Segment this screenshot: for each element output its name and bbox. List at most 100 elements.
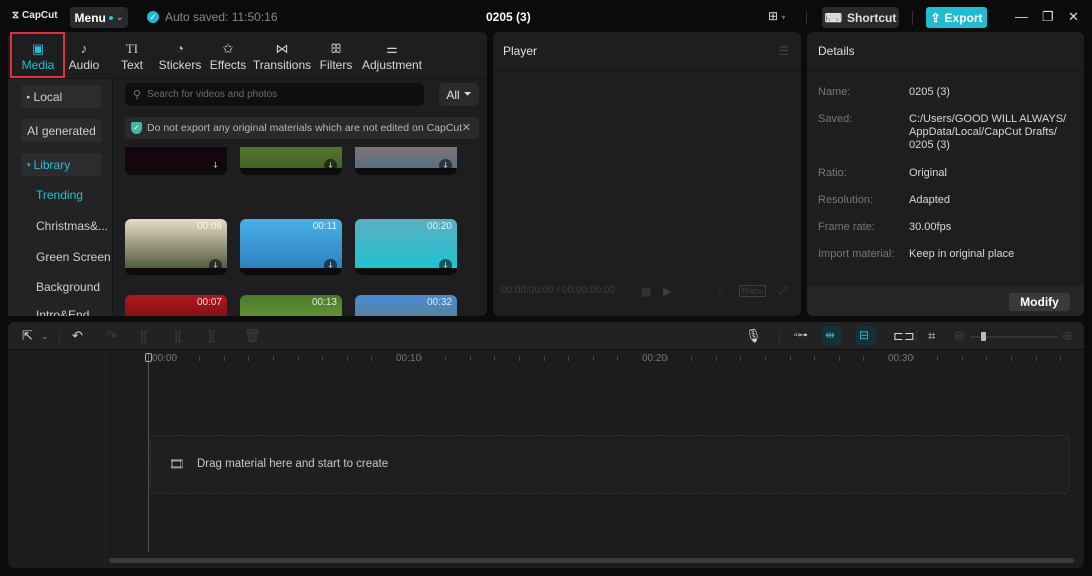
media-thumbnail[interactable]: 00:13 bbox=[240, 295, 342, 316]
redo-icon[interactable]: ↷ bbox=[106, 328, 117, 344]
media-thumbnail[interactable]: 00:32 bbox=[355, 295, 457, 316]
ruler-label: 00:20 bbox=[642, 353, 668, 364]
media-thumbnail[interactable]: 00:07 bbox=[125, 295, 227, 316]
tab-effects[interactable]: ✩ Effects bbox=[207, 34, 249, 78]
split-right-icon[interactable]: ][ bbox=[208, 328, 215, 343]
select-cursor-icon[interactable]: ⇱ bbox=[22, 328, 33, 344]
ruler-tick bbox=[814, 356, 816, 361]
ruler-tick bbox=[297, 356, 299, 361]
export-button[interactable]: ⇪ Export bbox=[926, 7, 987, 28]
filter-button[interactable]: All ⏷ bbox=[439, 83, 479, 106]
ruler-tick bbox=[248, 356, 250, 361]
media-thumbnail[interactable]: 00:06 ⤓ bbox=[125, 219, 227, 275]
filter-icon: ⏷ bbox=[463, 89, 472, 100]
ruler-tick bbox=[371, 356, 373, 361]
divider bbox=[916, 330, 917, 343]
media-thumbnail[interactable]: 00:11 ⤓ bbox=[240, 219, 342, 275]
ruler-tick bbox=[838, 356, 840, 361]
check-icon: ✓ bbox=[147, 11, 159, 23]
media-thumbnail[interactable]: ⤓ bbox=[355, 147, 457, 175]
adjustment-icon: ⚌ bbox=[386, 40, 398, 56]
sidebar-subitem-christmas[interactable]: Christmas&... bbox=[36, 219, 108, 233]
shortcut-button[interactable]: ⌨ Shortcut bbox=[822, 7, 899, 28]
playhead[interactable] bbox=[148, 354, 149, 552]
grid-icon[interactable]: ▦ bbox=[641, 285, 651, 298]
menu-icon[interactable]: ☰ bbox=[778, 44, 789, 58]
thumbnail-footer bbox=[355, 168, 457, 175]
undo-icon[interactable]: ↶ bbox=[72, 328, 83, 344]
thumbnail-footer bbox=[240, 168, 342, 175]
text-icon: TI bbox=[125, 40, 139, 56]
ruler-tick bbox=[986, 356, 988, 361]
ratio-button[interactable]: Ratio bbox=[739, 285, 767, 297]
close-icon[interactable]: ✕ bbox=[462, 121, 471, 134]
split-icon[interactable]: ][ bbox=[140, 328, 147, 343]
tab-text[interactable]: TI Text bbox=[118, 34, 146, 78]
title-bar: ⧖ CapCut Menu ⌄ ✓ Auto saved: 11:50:16 0205… bbox=[0, 0, 1092, 32]
horizontal-scrollbar[interactable] bbox=[109, 558, 1074, 563]
media-thumbnail[interactable]: ⤓ bbox=[125, 147, 227, 175]
snap-icon: ⇹ bbox=[825, 328, 836, 342]
drop-zone[interactable]: 🎞︎ Drag material here and start to creat… bbox=[150, 435, 1070, 494]
split-left-icon[interactable]: ][ bbox=[174, 328, 181, 343]
ruler-tick bbox=[174, 356, 176, 361]
ruler-tick bbox=[1060, 356, 1062, 361]
fit-icon[interactable]: ⌕ bbox=[717, 285, 724, 300]
divider bbox=[59, 330, 60, 343]
sidebar-subitem-background[interactable]: Background bbox=[36, 280, 100, 294]
media-thumbnail[interactable]: 00:20 ⤓ bbox=[355, 219, 457, 275]
zoom-out-icon[interactable]: ⊖ bbox=[954, 328, 965, 344]
ruler-tick bbox=[469, 356, 471, 361]
ruler-tick bbox=[691, 356, 693, 361]
zoom-in-icon[interactable]: ⊕ bbox=[1062, 328, 1073, 344]
divider bbox=[493, 70, 801, 71]
delete-icon[interactable]: 🗑︎ bbox=[244, 328, 261, 344]
sidebar-item-library[interactable]: ▾ Library bbox=[21, 153, 102, 176]
minimize-icon[interactable]: — bbox=[1015, 9, 1028, 24]
sidebar-subitem-trending[interactable]: Trending bbox=[36, 188, 83, 202]
preview-axis-icon[interactable]: ⊏⊐ bbox=[893, 328, 915, 344]
menu-button[interactable]: Menu ⌄ bbox=[70, 7, 128, 28]
track-header-area bbox=[8, 351, 106, 568]
zoom-slider-handle[interactable] bbox=[980, 332, 986, 341]
ruler-tick bbox=[937, 356, 939, 361]
search-input[interactable]: ⚲ Search for videos and photos bbox=[125, 83, 424, 106]
chevron-down-icon[interactable]: ⌄ bbox=[41, 331, 49, 342]
divider bbox=[806, 11, 807, 25]
ruler-tick bbox=[519, 356, 520, 361]
ruler-tick bbox=[789, 356, 791, 361]
sidebar-item-ai-generated[interactable]: AI generated bbox=[21, 119, 102, 142]
playhead-handle[interactable] bbox=[145, 353, 152, 362]
zoom-fit-icon[interactable]: ⌗ bbox=[928, 328, 935, 344]
media-thumbnail[interactable]: ⤓ bbox=[240, 147, 342, 175]
tab-audio[interactable]: ♪ Audio bbox=[66, 34, 102, 78]
microphone-icon[interactable]: 🎙︎ bbox=[745, 328, 762, 344]
play-icon[interactable]: ▶ bbox=[663, 285, 671, 298]
duration-label: 00:13 bbox=[311, 297, 337, 308]
linkage-toggle[interactable]: ⊟ bbox=[856, 326, 876, 346]
modify-button[interactable]: Modify bbox=[1009, 293, 1070, 311]
sidebar-subitem-green-screen[interactable]: Green Screen bbox=[36, 250, 111, 264]
sidebar-subitem-intro-end[interactable]: Intro&End bbox=[36, 308, 89, 316]
layout-icon[interactable]: ⊞ ▾ bbox=[768, 9, 785, 23]
ruler-tick bbox=[912, 356, 914, 361]
detail-value-saved: C:/Users/GOOD WILL ALWAYS/ AppData/Local… bbox=[909, 113, 1067, 151]
detail-label: Frame rate: bbox=[818, 221, 875, 233]
media-panel: ▣ Media ♪ Audio TI Text ◔ Stickers ✩ Effects … bbox=[8, 32, 487, 316]
detail-value-frame-rate: 30.00fps bbox=[909, 221, 952, 233]
caret-down-icon: ▾ bbox=[27, 161, 31, 169]
tab-stickers[interactable]: ◔ Stickers bbox=[157, 34, 203, 78]
restore-icon[interactable]: ❐ bbox=[1042, 9, 1054, 25]
tab-filters[interactable]: ꕥ Filters bbox=[318, 34, 354, 78]
link-icon[interactable]: ▫⊶ bbox=[794, 330, 808, 341]
sidebar-item-local[interactable]: ▸ Local bbox=[21, 85, 102, 108]
divider bbox=[912, 11, 913, 25]
fullscreen-icon[interactable]: ⤢ bbox=[779, 285, 788, 298]
tab-adjustment[interactable]: ⚌ Adjustment bbox=[361, 34, 423, 78]
auto-snap-toggle[interactable]: ⇹ bbox=[822, 326, 842, 346]
capcut-logo-icon: ⧖ bbox=[12, 10, 20, 21]
close-icon[interactable]: ✕ bbox=[1068, 9, 1079, 25]
filters-icon: ꕥ bbox=[329, 40, 343, 56]
sticker-icon: ◔ bbox=[176, 40, 184, 56]
tab-transitions[interactable]: ⋈ Transitions bbox=[253, 34, 311, 78]
